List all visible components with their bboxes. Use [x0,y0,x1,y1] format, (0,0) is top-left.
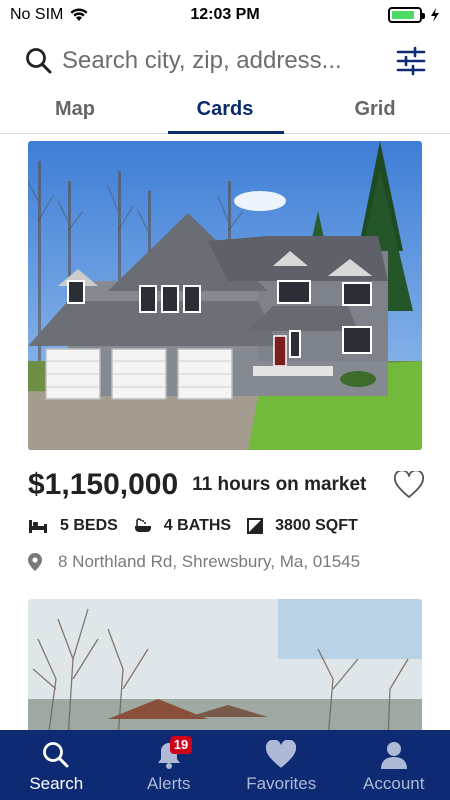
filter-sliders-icon[interactable] [396,46,426,76]
nav-favorites-label: Favorites [246,774,317,793]
sqft-spec: 3800 SQFT [247,517,358,535]
beds-spec: 5 BEDS [28,517,118,535]
search-icon [26,48,52,74]
charging-bolt-icon [431,8,439,22]
alerts-badge: 19 [169,736,193,754]
bell-icon: 19 [152,736,193,772]
bathtub-icon [134,518,151,532]
search-bar [0,36,450,86]
listing-photo[interactable] [28,599,422,730]
sqft-label: 3800 SQFT [275,517,358,534]
wifi-icon [70,8,88,21]
nav-search-label: Search [29,774,84,793]
location-pin-icon [28,553,42,571]
heart-icon [264,738,298,772]
tab-cards[interactable]: Cards [150,90,300,134]
tab-grid[interactable]: Grid [300,90,450,133]
heart-outline-icon[interactable] [394,471,424,499]
listing-address-row[interactable]: 8 Northland Rd, Shrewsbury, Ma, 01545 [28,549,422,575]
user-icon [377,738,411,772]
bed-icon [29,520,47,533]
listing-feed[interactable]: $1,150,000 11 hours on market 5 BEDS 4 B… [0,135,450,730]
search-icon [39,738,73,772]
nav-favorites[interactable]: Favorites [225,730,338,800]
status-right [388,7,440,23]
view-tabs: Map Cards Grid [0,90,450,134]
carrier-label: No SIM [10,6,64,23]
battery-level [392,11,415,19]
status-bar: No SIM 12:03 PM [0,0,450,30]
listing-price: $1,150,000 [28,468,179,501]
nav-account-label: Account [363,774,425,793]
nav-alerts-label: Alerts [147,774,191,793]
nav-alerts[interactable]: 19 Alerts [113,730,226,800]
listing-photo[interactable] [28,141,422,450]
listing-specs: 5 BEDS 4 BATHS 3800 SQFT [28,513,422,539]
nav-search[interactable]: Search [0,730,113,800]
search-input[interactable] [62,47,384,75]
area-square-icon [247,518,264,534]
beds-label: 5 BEDS [60,517,118,534]
nav-account[interactable]: Account [338,730,450,800]
tab-map[interactable]: Map [0,90,150,133]
battery-icon [388,7,425,23]
listing-address: 8 Northland Rd, Shrewsbury, Ma, 01545 [58,552,361,571]
bottom-tab-bar: Search 19 Alerts Favorites Account [0,730,450,800]
baths-label: 4 BATHS [163,517,232,534]
status-left: No SIM [10,6,89,24]
baths-spec: 4 BATHS [134,517,231,535]
time-on-market: 11 hours on market [192,474,367,495]
listing-price-row: $1,150,000 11 hours on market [28,465,424,505]
